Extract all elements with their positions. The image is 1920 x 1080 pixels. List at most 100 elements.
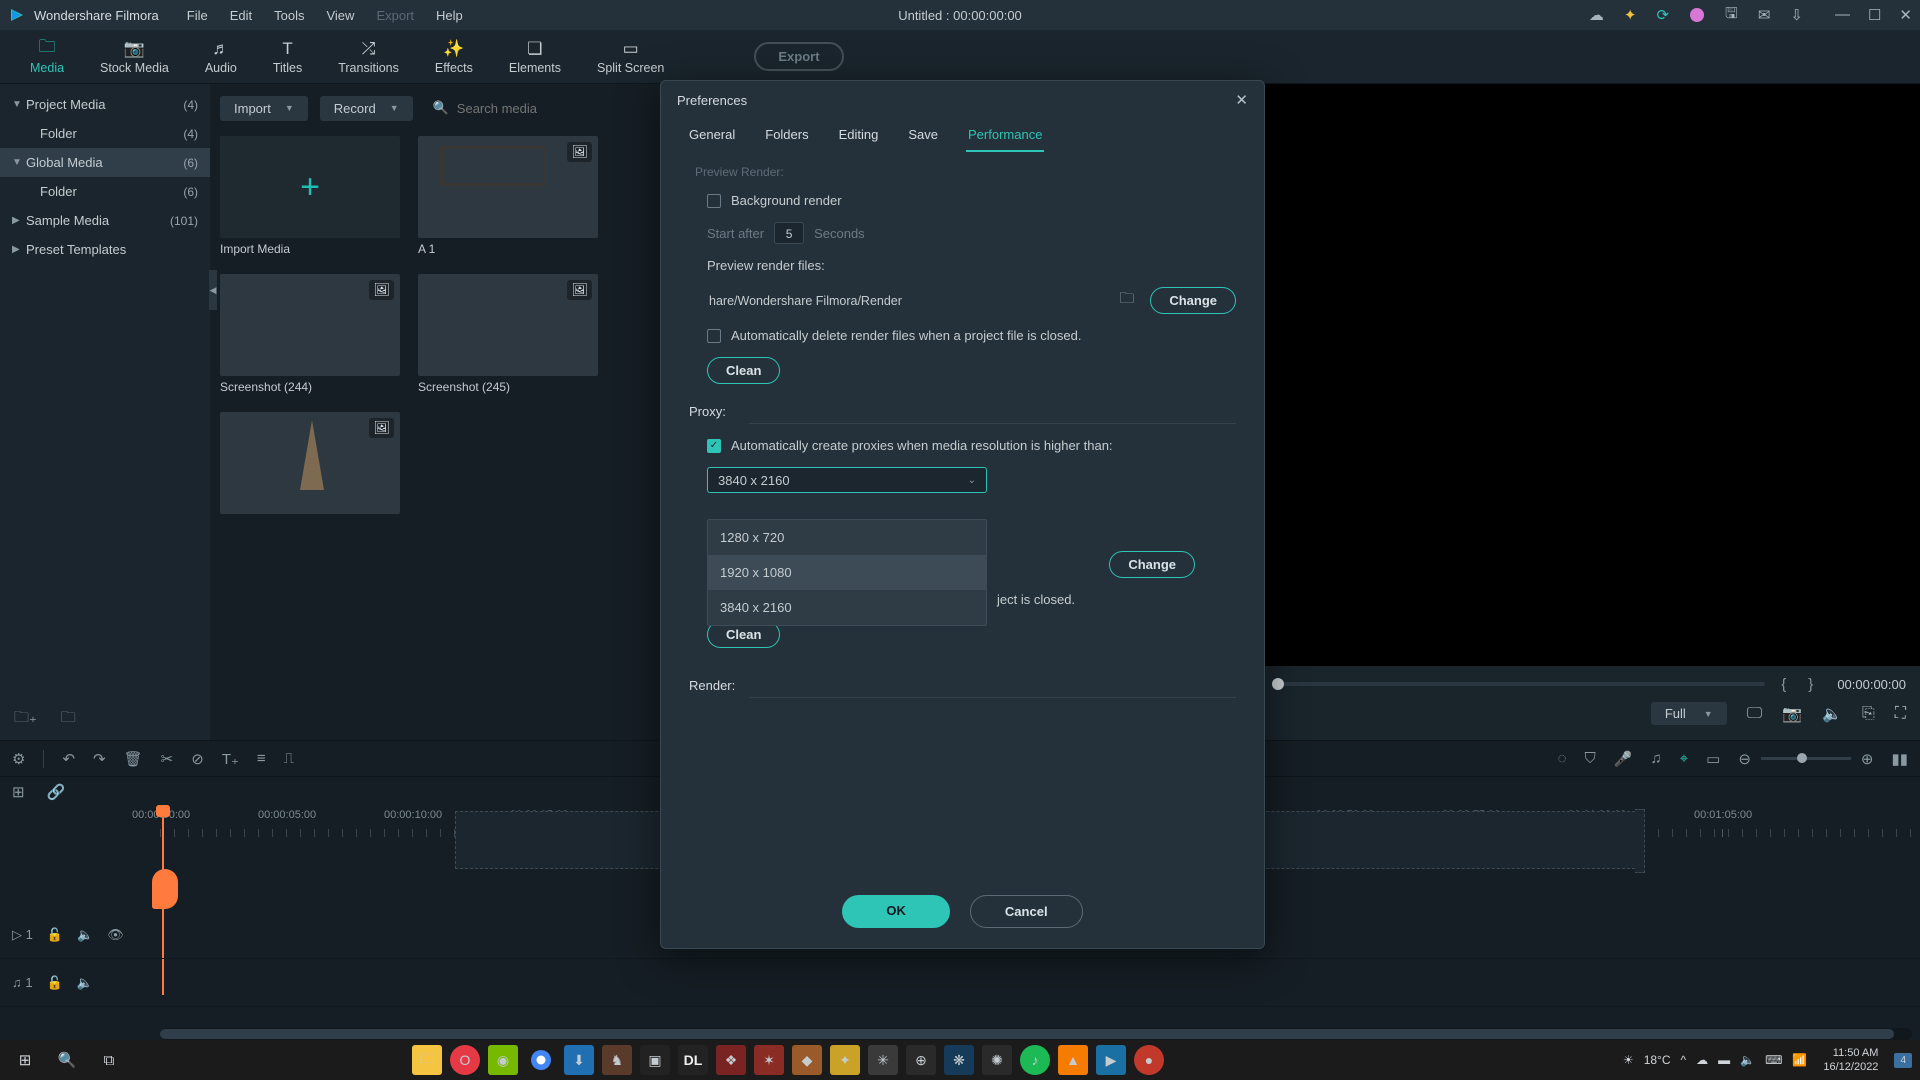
mail-icon[interactable]: ✉ [1758, 6, 1771, 24]
adjust-icon[interactable]: ≡ [257, 750, 266, 767]
sidebar-item-folder-2[interactable]: Folder(6) [0, 177, 210, 206]
weather-temp[interactable]: 18°C [1644, 1053, 1671, 1067]
tab-media[interactable]: 🗀Media [12, 35, 82, 79]
menu-edit[interactable]: Edit [230, 8, 252, 23]
proxy-option-1920x1080[interactable]: 1920 x 1080 [708, 555, 986, 590]
thumb-screenshot-244[interactable]: 🖼Screenshot (244) [220, 274, 400, 394]
proxy-resolution-select[interactable]: 3840 x 2160 ⌄ [707, 467, 987, 493]
menu-help[interactable]: Help [436, 8, 463, 23]
cloud-icon[interactable]: ☁ [1589, 6, 1604, 24]
tab-split-screen[interactable]: ▭Split Screen [579, 35, 682, 79]
sidebar-item-preset-templates[interactable]: ▶Preset Templates [0, 235, 210, 264]
eye-icon[interactable]: 👁 [107, 927, 124, 943]
record-dropdown[interactable]: Record▼ [320, 96, 413, 121]
task-view-icon[interactable]: ⧉ [92, 1045, 126, 1075]
timeline-zoom[interactable]: ⊖ ⊕ [1738, 750, 1873, 768]
sidebar-item-folder[interactable]: Folder(4) [0, 119, 210, 148]
tray-lang-icon[interactable]: ⌨ [1765, 1053, 1782, 1067]
download-icon[interactable]: ⇩ [1790, 6, 1803, 24]
taskbar-app-generic-8[interactable]: ✦ [830, 1045, 860, 1075]
tab-stock-media[interactable]: 📷Stock Media [82, 35, 187, 79]
proxy-option-3840x2160[interactable]: 3840 x 2160 [708, 590, 986, 625]
taskbar-app-spotify[interactable]: ♪ [1020, 1045, 1050, 1075]
start-button[interactable]: ⊞ [8, 1045, 42, 1075]
delete-icon[interactable]: 🗑 [124, 750, 143, 768]
export-frame-icon[interactable]: ⎘ [1862, 705, 1875, 723]
menu-tools[interactable]: Tools [274, 8, 304, 23]
search-taskbar-icon[interactable]: 🔍 [50, 1045, 84, 1075]
thumb-a1[interactable]: 🖼A 1 [418, 136, 598, 256]
taskbar-app-generic-10[interactable]: ⊕ [906, 1045, 936, 1075]
mute-icon[interactable]: 🔈 [77, 927, 93, 943]
taskbar-app-generic-11[interactable]: ❋ [944, 1045, 974, 1075]
preview-quality-select[interactable]: Full▼ [1651, 702, 1727, 725]
taskbar-app-generic-1[interactable]: ⬇ [564, 1045, 594, 1075]
text-tool-icon[interactable]: T₊ [222, 750, 239, 768]
tray-onedrive-icon[interactable]: ☁ [1696, 1053, 1708, 1067]
audio-tool-icon[interactable]: ⎍ [284, 750, 295, 767]
cancel-button[interactable]: Cancel [970, 895, 1083, 928]
pref-tab-save[interactable]: Save [906, 119, 940, 152]
bulb-icon[interactable]: ✦ [1624, 6, 1637, 24]
undo-icon[interactable]: ↶ [62, 750, 75, 768]
taskbar-app-filmora[interactable]: ▶ [1096, 1045, 1126, 1075]
checkbox-background-render[interactable] [707, 194, 721, 208]
tab-audio[interactable]: ♬Audio [187, 35, 255, 79]
tab-transitions[interactable]: ⤮Transitions [320, 35, 417, 79]
taskbar-app-explorer[interactable]: 🗀 [412, 1045, 442, 1075]
tray-battery-icon[interactable]: ▬ [1718, 1053, 1730, 1067]
clean-render-button[interactable]: Clean [707, 357, 780, 384]
folder-icon[interactable]: 🗀 [61, 707, 76, 732]
display-icon[interactable]: 🖵 [1747, 705, 1762, 723]
pref-tab-editing[interactable]: Editing [837, 119, 881, 152]
tray-wifi-icon[interactable]: 📶 [1792, 1053, 1807, 1067]
thumb-screenshot-245[interactable]: 🖼Screenshot (245) [418, 274, 598, 394]
zoom-out-icon[interactable]: ⊖ [1738, 750, 1751, 768]
taskbar-app-generic-2[interactable]: ♞ [602, 1045, 632, 1075]
avatar-icon[interactable] [1689, 7, 1705, 23]
lock-icon[interactable]: 🔓 [47, 975, 63, 991]
zoom-slider[interactable] [1761, 757, 1851, 760]
snapshot-icon[interactable]: 📷 [1782, 704, 1802, 724]
mark-out-icon[interactable]: } [1802, 676, 1819, 693]
collapse-sidebar-handle[interactable]: ◀ [209, 270, 217, 310]
audio-track[interactable]: ♫ 1 🔓 🔈 [0, 959, 1920, 1007]
add-track-icon[interactable]: ⊞ [12, 783, 25, 801]
taskbar-app-generic-13[interactable]: ● [1134, 1045, 1164, 1075]
link-icon[interactable]: 🔗 [47, 783, 66, 801]
menu-file[interactable]: File [187, 8, 208, 23]
taskbar-app-generic-3[interactable]: ▣ [640, 1045, 670, 1075]
fit-icon[interactable]: ▭ [1706, 750, 1720, 768]
thumb-import[interactable]: +Import Media [220, 136, 400, 256]
tab-elements[interactable]: ❏Elements [491, 35, 579, 79]
cut-icon[interactable]: ✂ [161, 750, 174, 768]
change-render-path-button[interactable]: Change [1150, 287, 1236, 314]
notifications-badge[interactable]: 4 [1894, 1053, 1912, 1068]
search-input[interactable] [457, 101, 587, 116]
timeline-view-icon[interactable]: ▮▮ [1891, 750, 1908, 768]
pref-tab-general[interactable]: General [687, 119, 737, 152]
menu-view[interactable]: View [326, 8, 354, 23]
import-dropdown[interactable]: Import▼ [220, 96, 308, 121]
close-icon[interactable]: ✕ [1899, 6, 1912, 24]
zoom-in-icon[interactable]: ⊕ [1861, 750, 1874, 768]
taskbar-app-opera[interactable]: O [450, 1045, 480, 1075]
render-icon[interactable]: ◌ [1558, 750, 1567, 767]
new-folder-icon[interactable]: 🗀₊ [14, 707, 37, 732]
lock-icon[interactable]: 🔓 [47, 927, 63, 943]
checkbox-auto-proxy[interactable]: ✓ [707, 439, 721, 453]
pref-tab-folders[interactable]: Folders [763, 119, 810, 152]
tab-titles[interactable]: TTitles [255, 35, 320, 79]
fullscreen-icon[interactable]: ⛶ [1895, 705, 1906, 723]
mark-in-icon[interactable]: { [1775, 676, 1792, 693]
timeline-h-scrollbar[interactable] [160, 1028, 1912, 1040]
mute-icon[interactable]: 🔈 [77, 975, 93, 991]
checkbox-auto-delete-render[interactable] [707, 329, 721, 343]
thumb-eiffel[interactable]: 🖼 [220, 412, 400, 514]
tray-chevron-icon[interactable]: ^ [1681, 1053, 1687, 1067]
pref-tab-performance[interactable]: Performance [966, 119, 1044, 152]
export-button[interactable]: Export [754, 42, 843, 71]
taskbar-app-generic-5[interactable]: ❖ [716, 1045, 746, 1075]
settings-icon[interactable]: ⚙ [12, 750, 25, 768]
taskbar-app-nvidia[interactable]: ◉ [488, 1045, 518, 1075]
